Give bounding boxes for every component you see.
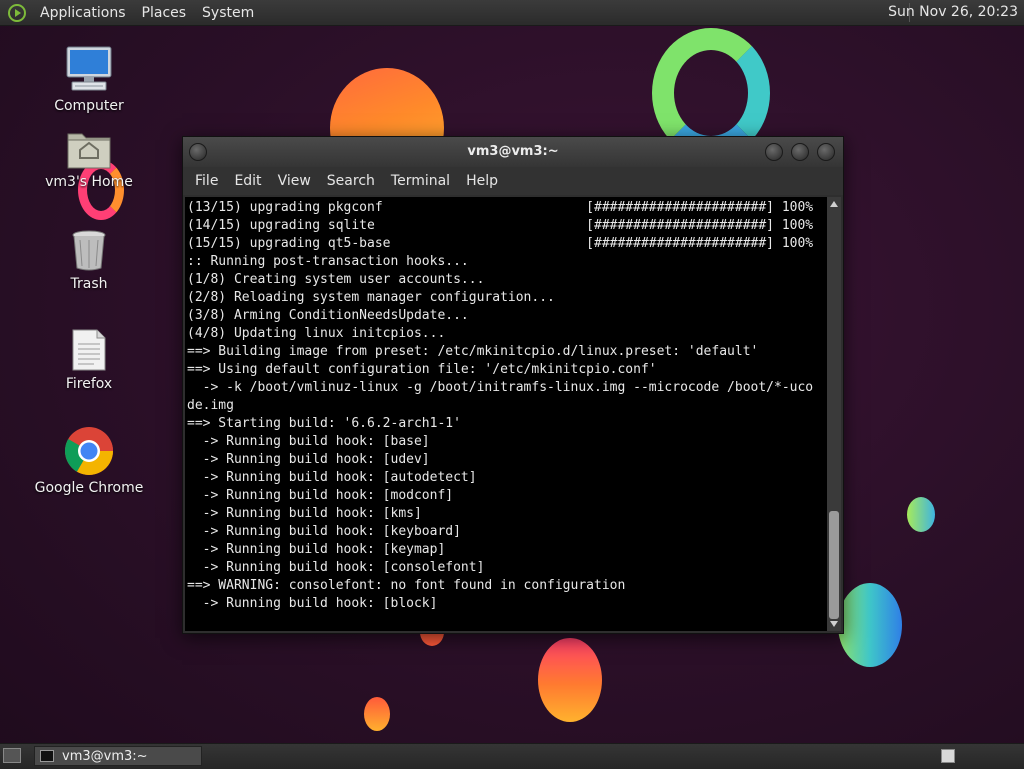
terminal-titlebar[interactable]: vm3@vm3:~ bbox=[183, 137, 843, 167]
system-menu[interactable]: System bbox=[194, 5, 262, 21]
desktop-icon-chrome[interactable]: Google Chrome bbox=[34, 426, 144, 496]
terminal-icon bbox=[40, 750, 54, 762]
menu-terminal[interactable]: Terminal bbox=[383, 173, 458, 189]
menu-view[interactable]: View bbox=[270, 173, 319, 189]
terminal-window[interactable]: vm3@vm3:~ File Edit View Search Terminal… bbox=[182, 136, 844, 634]
window-title: vm3@vm3:~ bbox=[467, 144, 559, 159]
computer-icon bbox=[64, 44, 114, 94]
taskbar-item-terminal[interactable]: vm3@vm3:~ bbox=[34, 746, 202, 766]
wallpaper-small-green-oval bbox=[907, 497, 935, 532]
desktop-icon-firefox[interactable]: Firefox bbox=[34, 328, 144, 392]
desktop-icon-label: Computer bbox=[54, 98, 124, 114]
menu-search[interactable]: Search bbox=[319, 173, 383, 189]
panel-clock[interactable]: Sun Nov 26, 20:23 bbox=[888, 4, 1018, 20]
scroll-up-arrow-icon[interactable] bbox=[830, 201, 838, 207]
desktop-icon-label: Firefox bbox=[65, 376, 113, 392]
close-button[interactable] bbox=[817, 143, 835, 161]
desktop-icon-home[interactable]: vm3's Home bbox=[34, 128, 144, 190]
chrome-icon bbox=[64, 426, 114, 476]
distro-logo-icon[interactable] bbox=[8, 3, 26, 22]
scroll-down-arrow-icon[interactable] bbox=[830, 621, 838, 627]
top-panel: Applications Places System Sun Nov 26, 2… bbox=[0, 0, 1024, 26]
maximize-button[interactable] bbox=[791, 143, 809, 161]
minimize-button[interactable] bbox=[765, 143, 783, 161]
menu-edit[interactable]: Edit bbox=[226, 173, 269, 189]
desktop-icon-label: vm3's Home bbox=[45, 174, 133, 190]
places-menu[interactable]: Places bbox=[134, 5, 195, 21]
desktop-icon-computer[interactable]: Computer bbox=[34, 44, 144, 114]
document-icon bbox=[70, 328, 108, 372]
desktop-icon-trash[interactable]: Trash bbox=[34, 228, 144, 292]
terminal-menubar: File Edit View Search Terminal Help bbox=[183, 167, 843, 195]
wallpaper-small-orange-oval bbox=[364, 697, 390, 731]
terminal-output-area[interactable]: (13/15) upgrading pkgconf [#############… bbox=[185, 197, 827, 631]
show-desktop-icon[interactable] bbox=[3, 748, 21, 763]
applications-menu[interactable]: Applications bbox=[32, 5, 134, 21]
scrollbar-thumb[interactable] bbox=[829, 511, 839, 619]
wallpaper-blue-oval bbox=[838, 583, 902, 667]
home-folder-icon bbox=[66, 128, 112, 170]
trash-icon bbox=[69, 228, 109, 272]
desktop-icon-label: Trash bbox=[70, 276, 108, 292]
workspace-switcher[interactable] bbox=[941, 749, 955, 763]
wallpaper-orange-oval bbox=[538, 638, 602, 722]
menu-file[interactable]: File bbox=[187, 173, 226, 189]
terminal-scrollbar[interactable] bbox=[827, 197, 841, 631]
taskbar-item-label: vm3@vm3:~ bbox=[62, 748, 148, 764]
terminal-output: (13/15) upgrading pkgconf [#############… bbox=[187, 200, 814, 611]
desktop-icon-label: Google Chrome bbox=[34, 480, 144, 496]
bottom-panel: vm3@vm3:~ bbox=[0, 743, 1024, 769]
menu-help[interactable]: Help bbox=[458, 173, 506, 189]
